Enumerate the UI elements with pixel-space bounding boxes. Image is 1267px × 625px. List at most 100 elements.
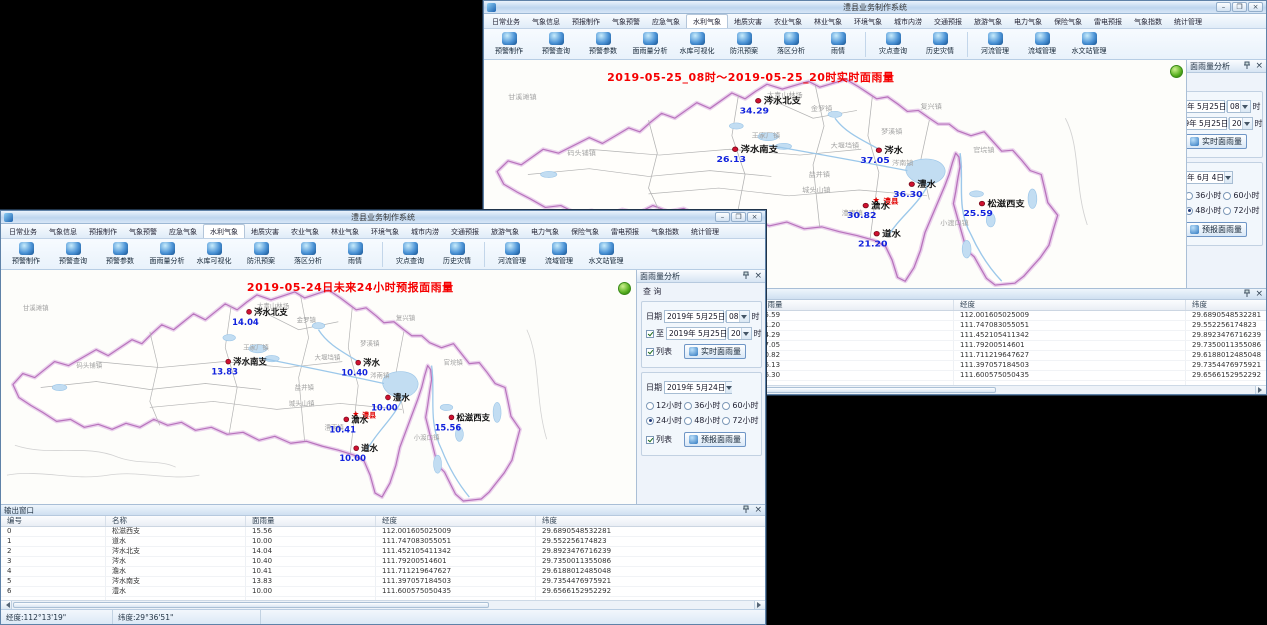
menu-tab-8[interactable]: 林业气象	[325, 225, 365, 238]
menu-tab-6[interactable]: 地质灾害	[245, 225, 285, 238]
close-button[interactable]: ×	[1248, 2, 1263, 12]
toolbar-button[interactable]: 水库可视化	[191, 240, 237, 268]
duration-radio-option[interactable]: 48小时	[1186, 205, 1221, 216]
duration-radio-option[interactable]: 36小时	[684, 400, 720, 411]
toolbar-button[interactable]: 预警参数	[97, 240, 143, 268]
column-header[interactable]: 编号	[1, 516, 106, 526]
toolbar-button[interactable]: 灾点查询	[870, 30, 916, 58]
toolbar-button[interactable]: 河流管理	[489, 240, 535, 268]
menu-tab-14[interactable]: 保险气象	[1048, 15, 1088, 28]
menu-tab-0[interactable]: 日常业务	[486, 15, 526, 28]
titlebar[interactable]: 澧县业务制作系统 – ❐ ×	[484, 1, 1266, 14]
panel-close-icon[interactable]: ×	[754, 272, 762, 280]
toolbar-button[interactable]: 防汛预案	[238, 240, 284, 268]
menu-tab-6[interactable]: 地质灾害	[728, 15, 768, 28]
menu-tab-13[interactable]: 电力气象	[525, 225, 565, 238]
panel-close-icon[interactable]: ×	[1255, 62, 1263, 70]
map-globe-button[interactable]	[1170, 65, 1183, 78]
panel-header[interactable]: 面雨量分析×	[1187, 60, 1266, 73]
stations-table[interactable]: 编号名称面雨量经度纬度0松滋西支15.56112.00160502500929.…	[1, 516, 765, 600]
menu-tab-5[interactable]: 水利气象	[686, 14, 728, 28]
column-header[interactable]: 经度	[954, 300, 1186, 310]
forecast-date-select[interactable]: 2019年 6月 4日	[1186, 171, 1233, 184]
forecast-rainfall-button[interactable]: 预报面雨量	[684, 432, 746, 447]
menu-tab-13[interactable]: 电力气象	[1008, 15, 1048, 28]
menu-tab-1[interactable]: 气象信息	[526, 15, 566, 28]
menu-tab-3[interactable]: 气象预警	[123, 225, 163, 238]
scroll-right-icon[interactable]	[754, 601, 765, 609]
minimize-button[interactable]: –	[1216, 2, 1231, 12]
toolbar-button[interactable]: 历史灾情	[917, 30, 963, 58]
toolbar-button[interactable]: 流域管理	[536, 240, 582, 268]
menu-tab-4[interactable]: 应急气象	[163, 225, 203, 238]
duration-radio-option[interactable]: 60小时	[722, 400, 758, 411]
titlebar[interactable]: 澧县业务制作系统 – ❐ ×	[1, 211, 765, 224]
toolbar-button[interactable]: 落区分析	[285, 240, 331, 268]
scroll-right-icon[interactable]	[1255, 386, 1266, 394]
pin-icon[interactable]	[742, 271, 750, 281]
duration-radio-option[interactable]: 60小时	[1223, 190, 1259, 201]
toolbar-button[interactable]: 水文站管理	[1066, 30, 1112, 58]
table-row[interactable]: 2涔水北支14.04111.45210541134229.89234767162…	[1, 547, 765, 557]
toolbar-button[interactable]: 预警查询	[50, 240, 96, 268]
column-header[interactable]: 经度	[376, 516, 536, 526]
toolbar-button[interactable]: 雨情	[332, 240, 378, 268]
menu-tab-9[interactable]: 环境气象	[848, 15, 888, 28]
menu-tab-4[interactable]: 应急气象	[646, 15, 686, 28]
toolbar-button[interactable]: 雨情	[815, 30, 861, 58]
table-row[interactable]: 6澧水10.00111.60057505043529.6566152952292	[1, 587, 765, 597]
list-checkbox[interactable]	[646, 436, 654, 444]
menu-tab-5[interactable]: 水利气象	[203, 224, 245, 238]
pin-icon[interactable]	[1243, 289, 1251, 299]
menu-tab-17[interactable]: 统计管理	[685, 225, 725, 238]
duration-radio-option[interactable]: 36小时	[1186, 190, 1221, 201]
column-header[interactable]: 名称	[106, 516, 246, 526]
menu-tab-12[interactable]: 旅游气象	[485, 225, 525, 238]
realtime-date-select[interactable]: 2019年 5月25日	[664, 310, 724, 323]
horizontal-scrollbar[interactable]	[1, 600, 765, 609]
toolbar-button[interactable]: 预警制作	[3, 240, 49, 268]
menu-tab-10[interactable]: 城市内涝	[888, 15, 928, 28]
realtime-rainfall-button[interactable]: 实时面雨量	[684, 344, 746, 359]
dock-close-icon[interactable]: ×	[1255, 290, 1263, 298]
duration-radio-option[interactable]: 72小时	[722, 415, 758, 426]
toolbar-button[interactable]: 预警制作	[486, 30, 532, 58]
realtime-date-select[interactable]: 2019年 5月25日	[1186, 100, 1225, 113]
realtime-hour-select[interactable]: 08	[1227, 100, 1251, 113]
toolbar-button[interactable]: 落区分析	[768, 30, 814, 58]
output-dock-header[interactable]: 输出窗口×	[1, 505, 765, 516]
realtime-to-hour-select[interactable]: 20	[728, 327, 752, 340]
realtime-to-date-select[interactable]: 2019年 5月25日	[666, 327, 726, 340]
realtime-to-hour-select[interactable]: 20	[1229, 117, 1253, 130]
column-header[interactable]: 纬度	[1186, 300, 1266, 310]
table-row[interactable]: 5涔水南支13.83111.39705718450329.73544769759…	[1, 577, 765, 587]
menu-tab-9[interactable]: 环境气象	[365, 225, 405, 238]
realtime-rainfall-button[interactable]: 实时面雨量	[1186, 134, 1247, 149]
forecast-date-select[interactable]: 2019年 5月24日	[664, 381, 732, 394]
menu-tab-8[interactable]: 林业气象	[808, 15, 848, 28]
maximize-button[interactable]: ❐	[1232, 2, 1247, 12]
pin-icon[interactable]	[742, 505, 750, 515]
realtime-hour-select[interactable]: 08	[726, 310, 750, 323]
duration-radio-option[interactable]: 24小时	[646, 415, 682, 426]
column-header[interactable]: 面雨量	[246, 516, 376, 526]
menu-tab-10[interactable]: 城市内涝	[405, 225, 445, 238]
menu-tab-16[interactable]: 气象指数	[1128, 15, 1168, 28]
map-globe-button[interactable]	[618, 282, 631, 295]
duration-radio-option[interactable]: 48小时	[684, 415, 720, 426]
menu-tab-17[interactable]: 统计管理	[1168, 15, 1208, 28]
toolbar-button[interactable]: 河流管理	[972, 30, 1018, 58]
menu-tab-11[interactable]: 交通预报	[928, 15, 968, 28]
toolbar-button[interactable]: 预警参数	[580, 30, 626, 58]
menu-tab-7[interactable]: 农业气象	[768, 15, 808, 28]
menu-tab-16[interactable]: 气象指数	[645, 225, 685, 238]
scroll-left-icon[interactable]	[1, 601, 12, 609]
forecast-rainfall-button[interactable]: 预报面雨量	[1186, 222, 1247, 237]
table-row[interactable]: 3涔水10.40111.7920051460129.7350011355086	[1, 557, 765, 567]
menu-tab-2[interactable]: 预报制作	[566, 15, 606, 28]
menu-tab-14[interactable]: 保险气象	[565, 225, 605, 238]
table-row[interactable]: 0松滋西支15.56112.00160502500929.68905485322…	[1, 527, 765, 537]
close-button[interactable]: ×	[747, 212, 762, 222]
list-checkbox[interactable]	[646, 348, 654, 356]
toolbar-button[interactable]: 水库可视化	[674, 30, 720, 58]
